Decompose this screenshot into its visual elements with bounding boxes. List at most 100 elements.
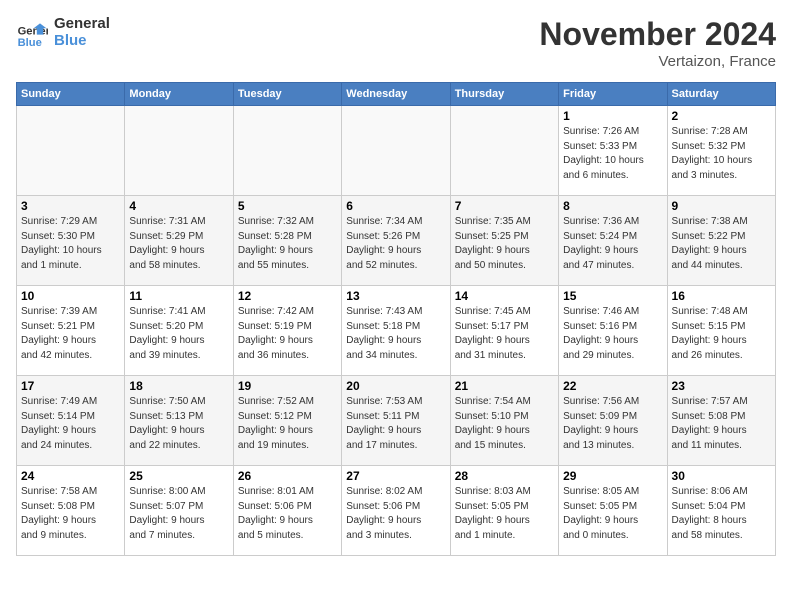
calendar-cell	[125, 106, 233, 196]
day-number: 16	[672, 289, 771, 303]
day-info: Sunrise: 7:38 AM Sunset: 5:22 PM Dayligh…	[672, 215, 771, 273]
day-info: Sunrise: 7:36 AM Sunset: 5:24 PM Dayligh…	[563, 215, 662, 273]
calendar-cell: 6Sunrise: 7:34 AM Sunset: 5:26 PM Daylig…	[342, 196, 450, 286]
month-title: November 2024	[539, 16, 776, 53]
calendar-cell: 17Sunrise: 7:49 AM Sunset: 5:14 PM Dayli…	[17, 376, 125, 466]
day-number: 9	[672, 199, 771, 213]
day-info: Sunrise: 7:57 AM Sunset: 5:08 PM Dayligh…	[672, 395, 771, 453]
day-number: 10	[21, 289, 120, 303]
day-number: 15	[563, 289, 662, 303]
day-number: 27	[346, 469, 445, 483]
day-number: 8	[563, 199, 662, 213]
calendar-cell: 7 Sunrise: 7:35 AM Sunset: 5:25 PM Daylig…	[450, 196, 558, 286]
weekday-header-thursday: Thursday	[450, 83, 558, 106]
day-info: Sunrise: 7:39 AM Sunset: 5:21 PM Dayligh…	[21, 305, 120, 363]
day-number: 20	[346, 379, 445, 393]
weekday-header-wednesday: Wednesday	[342, 83, 450, 106]
week-row-3: 10 Sunrise: 7:39 AM Sunset: 5:21 PM Dayli…	[17, 286, 776, 376]
day-info: Sunrise: 7:43 AM Sunset: 5:18 PM Dayligh…	[346, 305, 445, 363]
logo: General Blue General Blue	[16, 16, 110, 49]
day-info: Sunrise: 7:45 AM Sunset: 5:17 PM Dayligh…	[455, 305, 554, 363]
day-info: Sunrise: 7:50 AM Sunset: 5:13 PM Dayligh…	[129, 395, 228, 453]
calendar-cell: 15 Sunrise: 7:46 AM Sunset: 5:16 PM Dayli…	[559, 286, 667, 376]
day-number: 3	[21, 199, 120, 213]
day-info: Sunrise: 7:31 AM Sunset: 5:29 PM Dayligh…	[129, 215, 228, 273]
day-info: Sunrise: 8:03 AM Sunset: 5:05 PM Dayligh…	[455, 485, 554, 543]
logo-general: General	[54, 16, 110, 33]
calendar-cell	[450, 106, 558, 196]
calendar-cell: 3 Sunrise: 7:29 AM Sunset: 5:30 PM Daylig…	[17, 196, 125, 286]
calendar-cell: 28 Sunrise: 8:03 AM Sunset: 5:05 PM Dayli…	[450, 466, 558, 556]
day-info: Sunrise: 7:42 AM Sunset: 5:19 PM Dayligh…	[238, 305, 337, 363]
day-number: 5	[238, 199, 337, 213]
day-info: Sunrise: 7:34 AM Sunset: 5:26 PM Dayligh…	[346, 215, 445, 273]
calendar-cell: 25 Sunrise: 8:00 AM Sunset: 5:07 PM Dayli…	[125, 466, 233, 556]
day-info: Sunrise: 7:32 AM Sunset: 5:28 PM Dayligh…	[238, 215, 337, 273]
day-info: Sunrise: 7:26 AM Sunset: 5:33 PM Dayligh…	[563, 125, 662, 183]
day-number: 25	[129, 469, 228, 483]
week-row-1: 1Sunrise: 7:26 AM Sunset: 5:33 PM Daylig…	[17, 106, 776, 196]
calendar-cell: 4 Sunrise: 7:31 AM Sunset: 5:29 PM Daylig…	[125, 196, 233, 286]
day-info: Sunrise: 7:48 AM Sunset: 5:15 PM Dayligh…	[672, 305, 771, 363]
day-info: Sunrise: 7:35 AM Sunset: 5:25 PM Dayligh…	[455, 215, 554, 273]
day-number: 19	[238, 379, 337, 393]
day-number: 23	[672, 379, 771, 393]
calendar-cell: 12 Sunrise: 7:42 AM Sunset: 5:19 PM Dayli…	[233, 286, 341, 376]
calendar-cell: 18 Sunrise: 7:50 AM Sunset: 5:13 PM Dayli…	[125, 376, 233, 466]
day-number: 22	[563, 379, 662, 393]
day-info: Sunrise: 7:41 AM Sunset: 5:20 PM Dayligh…	[129, 305, 228, 363]
day-number: 17	[21, 379, 120, 393]
day-number: 12	[238, 289, 337, 303]
calendar-cell: 10 Sunrise: 7:39 AM Sunset: 5:21 PM Dayli…	[17, 286, 125, 376]
calendar-cell: 8 Sunrise: 7:36 AM Sunset: 5:24 PM Daylig…	[559, 196, 667, 286]
calendar-cell: 27 Sunrise: 8:02 AM Sunset: 5:06 PM Dayli…	[342, 466, 450, 556]
day-info: Sunrise: 7:46 AM Sunset: 5:16 PM Dayligh…	[563, 305, 662, 363]
calendar-cell: 24Sunrise: 7:58 AM Sunset: 5:08 PM Dayli…	[17, 466, 125, 556]
calendar-cell: 20 Sunrise: 7:53 AM Sunset: 5:11 PM Dayli…	[342, 376, 450, 466]
calendar-cell: 14 Sunrise: 7:45 AM Sunset: 5:17 PM Dayli…	[450, 286, 558, 376]
day-number: 21	[455, 379, 554, 393]
calendar-cell: 1Sunrise: 7:26 AM Sunset: 5:33 PM Daylig…	[559, 106, 667, 196]
page-header: General Blue General Blue November 2024 …	[16, 16, 776, 70]
day-info: Sunrise: 7:29 AM Sunset: 5:30 PM Dayligh…	[21, 215, 120, 273]
day-number: 24	[21, 469, 120, 483]
calendar-cell: 26Sunrise: 8:01 AM Sunset: 5:06 PM Dayli…	[233, 466, 341, 556]
calendar-cell: 21Sunrise: 7:54 AM Sunset: 5:10 PM Dayli…	[450, 376, 558, 466]
week-row-2: 3 Sunrise: 7:29 AM Sunset: 5:30 PM Daylig…	[17, 196, 776, 286]
day-info: Sunrise: 8:02 AM Sunset: 5:06 PM Dayligh…	[346, 485, 445, 543]
day-number: 18	[129, 379, 228, 393]
day-number: 4	[129, 199, 228, 213]
calendar-cell	[233, 106, 341, 196]
calendar-table: SundayMondayTuesdayWednesdayThursdayFrid…	[16, 82, 776, 556]
calendar-cell: 22 Sunrise: 7:56 AM Sunset: 5:09 PM Dayli…	[559, 376, 667, 466]
calendar-cell: 13Sunrise: 7:43 AM Sunset: 5:18 PM Dayli…	[342, 286, 450, 376]
logo-icon: General Blue	[16, 17, 48, 49]
calendar-cell	[342, 106, 450, 196]
day-number: 7	[455, 199, 554, 213]
svg-text:Blue: Blue	[18, 36, 42, 48]
day-info: Sunrise: 8:00 AM Sunset: 5:07 PM Dayligh…	[129, 485, 228, 543]
day-info: Sunrise: 7:53 AM Sunset: 5:11 PM Dayligh…	[346, 395, 445, 453]
day-info: Sunrise: 7:56 AM Sunset: 5:09 PM Dayligh…	[563, 395, 662, 453]
calendar-cell: 9 Sunrise: 7:38 AM Sunset: 5:22 PM Daylig…	[667, 196, 775, 286]
calendar-cell	[17, 106, 125, 196]
day-number: 14	[455, 289, 554, 303]
calendar-cell: 19 Sunrise: 7:52 AM Sunset: 5:12 PM Dayli…	[233, 376, 341, 466]
weekday-header-tuesday: Tuesday	[233, 83, 341, 106]
day-number: 29	[563, 469, 662, 483]
day-info: Sunrise: 7:52 AM Sunset: 5:12 PM Dayligh…	[238, 395, 337, 453]
day-info: Sunrise: 8:06 AM Sunset: 5:04 PM Dayligh…	[672, 485, 771, 543]
calendar-cell: 5 Sunrise: 7:32 AM Sunset: 5:28 PM Daylig…	[233, 196, 341, 286]
weekday-header-monday: Monday	[125, 83, 233, 106]
week-row-5: 24Sunrise: 7:58 AM Sunset: 5:08 PM Dayli…	[17, 466, 776, 556]
location-subtitle: Vertaizon, France	[539, 53, 776, 70]
day-number: 28	[455, 469, 554, 483]
day-info: Sunrise: 8:01 AM Sunset: 5:06 PM Dayligh…	[238, 485, 337, 543]
calendar-cell: 29 Sunrise: 8:05 AM Sunset: 5:05 PM Dayli…	[559, 466, 667, 556]
calendar-cell: 11Sunrise: 7:41 AM Sunset: 5:20 PM Dayli…	[125, 286, 233, 376]
day-info: Sunrise: 8:05 AM Sunset: 5:05 PM Dayligh…	[563, 485, 662, 543]
weekday-header-row: SundayMondayTuesdayWednesdayThursdayFrid…	[17, 83, 776, 106]
day-number: 30	[672, 469, 771, 483]
week-row-4: 17Sunrise: 7:49 AM Sunset: 5:14 PM Dayli…	[17, 376, 776, 466]
calendar-cell: 16 Sunrise: 7:48 AM Sunset: 5:15 PM Dayli…	[667, 286, 775, 376]
